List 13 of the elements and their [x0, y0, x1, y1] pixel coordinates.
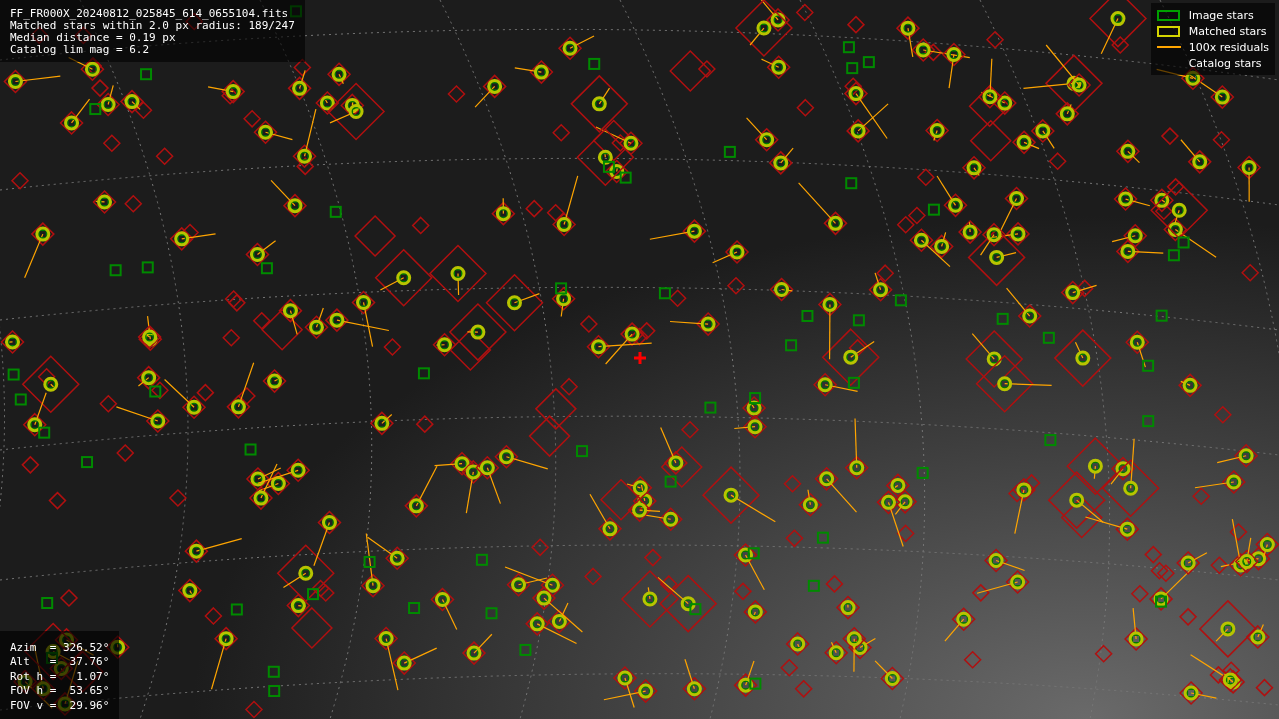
- pointing-text: Rot h = 1.07°: [10, 669, 110, 684]
- legend-label: Image stars: [1188, 8, 1254, 22]
- legend-label: Catalog stars: [1188, 56, 1262, 70]
- pointing-text: FOV v = 29.96°: [10, 698, 110, 713]
- pointing-text: Azim = 326.52°: [10, 640, 110, 655]
- pointing-text: FOV h = 53.65°: [10, 684, 110, 699]
- info-text: Catalog lim mag = 6.2: [10, 44, 151, 56]
- pointing-text: Alt = 37.76°: [10, 655, 110, 670]
- info-text: FF_FR000X_20240812_025845_614_0655104.fits: [10, 8, 290, 20]
- legend-label: Matched stars: [1188, 24, 1267, 38]
- legend-label: 100x residuals: [1188, 40, 1269, 54]
- info-text: Median distance = 0.19 px: [10, 32, 177, 44]
- info-text: Matched stars within 2.0 px radius: 189/247: [10, 20, 295, 32]
